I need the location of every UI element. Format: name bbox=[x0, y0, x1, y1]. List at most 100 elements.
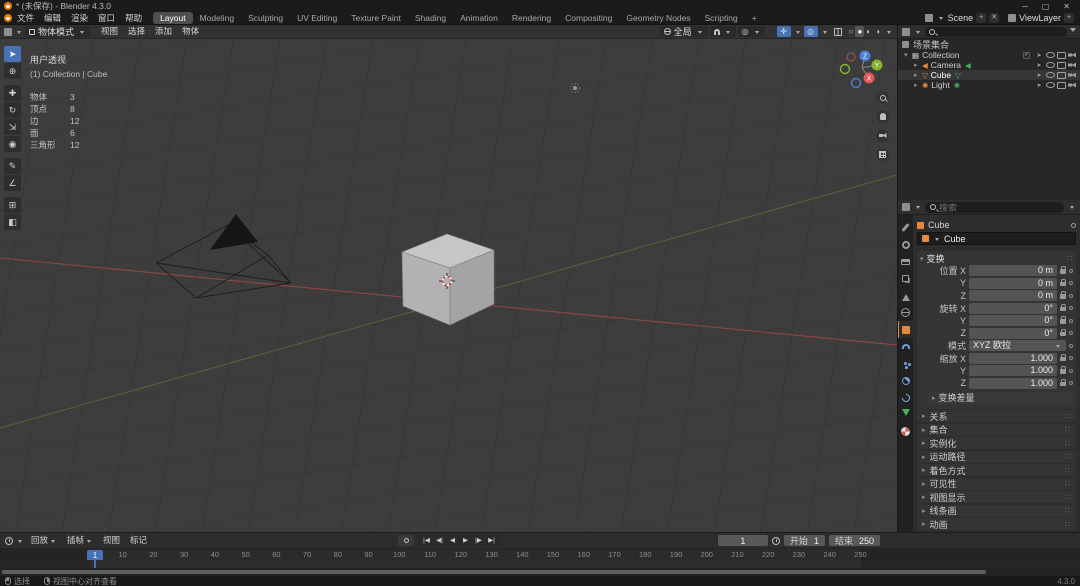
close-button[interactable]: ✕ bbox=[1063, 2, 1070, 11]
eye-icon[interactable] bbox=[1045, 81, 1055, 90]
workspace-tab-animation[interactable]: Animation bbox=[453, 12, 505, 24]
expand-icon[interactable]: ▸ bbox=[914, 61, 922, 69]
lock-icon[interactable] bbox=[1060, 382, 1066, 387]
topbar-menu-3[interactable]: 窗口 bbox=[93, 12, 120, 25]
decorator-dot-icon[interactable] bbox=[1069, 344, 1073, 348]
pin-icon[interactable] bbox=[1071, 223, 1076, 228]
transform-value-field[interactable]: 1.000 bbox=[969, 353, 1057, 364]
workspace-tab-uv-editing[interactable]: UV Editing bbox=[290, 12, 344, 24]
cursor-tool-button[interactable]: ⊕ bbox=[4, 63, 21, 79]
collapsed-panel-2[interactable]: ▸实例化∷ bbox=[917, 437, 1076, 449]
transform-value-field[interactable]: 0° bbox=[969, 328, 1057, 339]
lock-icon[interactable] bbox=[1060, 357, 1066, 362]
viewport-menu-1[interactable]: 选择 bbox=[123, 25, 150, 38]
perspective-toggle-button[interactable] bbox=[876, 148, 889, 161]
rotation-mode-dropdown[interactable]: XYZ 欧拉 bbox=[969, 340, 1066, 351]
properties-tab-object[interactable] bbox=[898, 321, 913, 338]
pointer-icon[interactable] bbox=[1034, 61, 1044, 70]
decorator-dot-icon[interactable] bbox=[1069, 269, 1073, 273]
workspace-tab-rendering[interactable]: Rendering bbox=[505, 12, 558, 24]
scene-collection-row[interactable]: 场景集合 bbox=[898, 39, 1080, 50]
next-keyframe-button[interactable]: |▶ bbox=[472, 535, 485, 546]
play-reverse-button[interactable]: ◀ bbox=[446, 535, 459, 546]
transform-value-field[interactable]: 0° bbox=[969, 315, 1057, 326]
properties-tab-modifiers[interactable] bbox=[898, 338, 913, 355]
lock-icon[interactable] bbox=[1060, 369, 1066, 374]
collapsed-panel-7[interactable]: ▸线条画∷ bbox=[917, 505, 1076, 517]
topbar-menu-1[interactable]: 编辑 bbox=[39, 12, 66, 25]
screen-icon[interactable] bbox=[1056, 61, 1066, 70]
new-scene-button[interactable]: + bbox=[976, 13, 986, 23]
shading-rendered-button[interactable]: ◑ bbox=[873, 26, 882, 37]
decorator-dot-icon[interactable] bbox=[1069, 369, 1073, 373]
screen-icon[interactable] bbox=[1056, 71, 1066, 80]
expand-icon[interactable]: ▸ bbox=[914, 81, 922, 89]
pointer-icon[interactable] bbox=[1034, 71, 1044, 80]
chevron-down-icon[interactable] bbox=[17, 31, 21, 36]
camera-view-button[interactable] bbox=[876, 129, 889, 142]
workspace-tab-add[interactable]: + bbox=[745, 12, 764, 24]
navigation-gizmo[interactable]: Z Y X bbox=[838, 49, 886, 93]
transform-tool-button[interactable]: ◉ bbox=[4, 136, 21, 152]
scrollbar-thumb[interactable] bbox=[2, 570, 986, 574]
topbar-menu-0[interactable]: 文件 bbox=[12, 12, 39, 25]
transform-orientation-dropdown[interactable]: 全局 bbox=[660, 26, 708, 37]
collapsed-panel-3[interactable]: ▸运动路径∷ bbox=[917, 451, 1076, 463]
editor-type-icon[interactable] bbox=[4, 28, 12, 36]
collapsed-panel-8[interactable]: ▸动画∷ bbox=[917, 518, 1076, 530]
filter-icon[interactable] bbox=[1070, 28, 1076, 35]
show-gizmo-toggle[interactable]: ✛ bbox=[777, 26, 791, 37]
timeline-scrollbar[interactable] bbox=[0, 568, 1080, 576]
jump-end-button[interactable]: ▶| bbox=[485, 535, 498, 546]
outliner-row-collection[interactable]: ▾▦Collection✓ bbox=[898, 50, 1080, 60]
properties-tab-material[interactable] bbox=[898, 423, 913, 440]
timeline-ruler[interactable]: 1 10203040506070809010011012013014015016… bbox=[0, 548, 1080, 560]
unlink-scene-button[interactable]: ✕ bbox=[989, 13, 999, 23]
frame-start-field[interactable]: 开始 1 bbox=[784, 535, 825, 546]
transform-value-field[interactable]: 0 m bbox=[969, 290, 1057, 301]
pointer-icon[interactable] bbox=[1034, 51, 1044, 60]
properties-tab-particles[interactable] bbox=[898, 355, 913, 372]
shading-material-preview-button[interactable]: ◐ bbox=[864, 26, 873, 37]
maximize-button[interactable]: ▢ bbox=[1042, 2, 1050, 11]
frame-end-field[interactable]: 结束 250 bbox=[829, 535, 880, 546]
collapsed-panel-1[interactable]: ▸集合∷ bbox=[917, 424, 1076, 436]
topbar-menu-2[interactable]: 渲染 bbox=[66, 12, 93, 25]
decorator-dot-icon[interactable] bbox=[1069, 356, 1073, 360]
eye-icon[interactable] bbox=[1045, 61, 1055, 70]
workspace-tab-layout[interactable]: Layout bbox=[153, 12, 193, 24]
measure-tool-button[interactable]: ∠ bbox=[4, 175, 21, 191]
screen-icon[interactable] bbox=[1056, 51, 1066, 60]
mode-dropdown[interactable]: 物体模式 bbox=[25, 26, 90, 37]
viewport-menu-2[interactable]: 添加 bbox=[150, 25, 177, 38]
decorator-dot-icon[interactable] bbox=[1069, 319, 1073, 323]
collection-checkbox[interactable]: ✓ bbox=[1023, 52, 1030, 59]
minimize-button[interactable]: ─ bbox=[1022, 2, 1028, 11]
axis-neg-y-icon[interactable] bbox=[841, 65, 850, 74]
cube-object[interactable] bbox=[402, 234, 494, 325]
expand-icon[interactable]: ▸ bbox=[914, 71, 922, 79]
properties-tab-physics[interactable] bbox=[898, 372, 913, 389]
workspace-tab-sculpting[interactable]: Sculpting bbox=[241, 12, 290, 24]
properties-editor-icon[interactable] bbox=[902, 203, 910, 211]
properties-tab-world[interactable] bbox=[898, 304, 913, 321]
lock-icon[interactable] bbox=[1060, 294, 1066, 299]
eye-icon[interactable] bbox=[1045, 71, 1055, 80]
properties-search-input[interactable]: 搜索 bbox=[925, 202, 1064, 213]
outliner-row-cube[interactable]: ▸▽Cube▽ bbox=[898, 70, 1080, 80]
chevron-down-icon[interactable] bbox=[916, 31, 920, 36]
render-camera-icon[interactable] bbox=[1067, 51, 1077, 60]
pointer-icon[interactable] bbox=[1034, 81, 1044, 90]
properties-tab-data[interactable] bbox=[898, 406, 913, 423]
workspace-tab-geometry-nodes[interactable]: Geometry Nodes bbox=[619, 12, 697, 24]
light-object[interactable] bbox=[571, 84, 580, 93]
camera-object[interactable] bbox=[156, 214, 291, 298]
render-camera-icon[interactable] bbox=[1067, 61, 1077, 70]
decorator-dot-icon[interactable] bbox=[1069, 281, 1073, 285]
workspace-tab-modeling[interactable]: Modeling bbox=[193, 12, 242, 24]
view-layer-selector[interactable]: ViewLayer bbox=[1019, 13, 1061, 23]
timeline-menu-3[interactable]: 标记 bbox=[125, 534, 152, 547]
collapsed-panel-6[interactable]: ▸视图显示∷ bbox=[917, 491, 1076, 503]
viewport-canvas[interactable]: ➤⊕✚↻⇲◉✎∠⊞◧ 用户透视 (1) Collection | Cube 物体… bbox=[0, 39, 897, 532]
eye-icon[interactable] bbox=[1045, 51, 1055, 60]
